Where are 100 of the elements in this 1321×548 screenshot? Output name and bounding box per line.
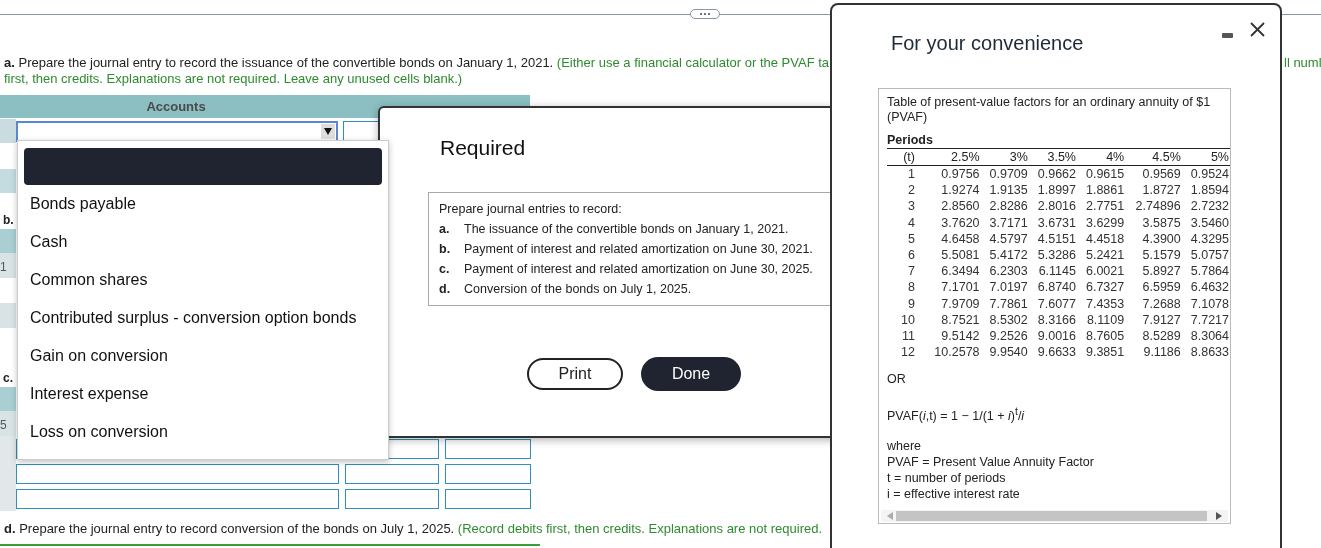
table-cell-text: 7.7217 [1189,311,1230,329]
table-cell-text: 5.5081 [940,247,981,264]
table-cell-text: 7.1078 [1189,295,1230,312]
table-cell-text: 7.0197 [988,279,1029,296]
row-band [0,486,16,511]
table-cell: 0.9662 [1029,165,1078,183]
column-header: Accounts [145,99,207,114]
table-cell-text: 5.0757 [1189,247,1230,264]
dropdown-option[interactable]: Common shares [18,261,388,299]
table-cell-text: 9.9540 [988,344,1029,361]
table-cell-text: 2.8016 [1036,198,1077,215]
table-cell-text: 4.3900 [1141,230,1182,247]
table-cell-text: 3.6299 [1084,214,1126,231]
scroll-right-icon[interactable] [1216,512,1222,520]
table-cell-text: 3.6731 [1036,214,1077,231]
instruction-item: b. Payment of interest and related amortization on June 30, 2021. [439,241,814,258]
table-cell-text: 11 [901,328,916,345]
row-band [0,229,16,253]
close-icon[interactable] [1250,22,1265,37]
definition-text: PVAF = Present Value Annuity Factor [887,453,1095,470]
dropdown-option[interactable]: Bonds payable [18,185,388,223]
input-field[interactable] [445,488,531,509]
column-header: 2.5% [925,148,982,166]
table-cell-text: 10.2578 [933,344,981,361]
table-cell-text: 2.7232 [1189,198,1230,215]
table-cell-text: 2.8286 [988,198,1029,215]
table-title: Table of present-value factors for an ordinary annuity of $1 (PVAF) [887,95,1212,125]
definition-text: i = effective interest rate [887,485,1021,502]
formula: PVAF(i,t) = 1 − 1/(1 + i)$^{t}$/i [887,405,1025,425]
dropdown-option[interactable]: Interest expense [18,375,388,413]
question-text: d. Prepare the journal entry to record conversion of the bonds on July 1, 2025. (Record debits first, then credits. Explanations are not required. [3,521,823,537]
table-cell-text: 9.0016 [1036,328,1077,345]
instruction-item: c. Payment of interest and related amortization on June 30, 2025. [439,261,814,278]
table-cell: 0.9756 [925,165,982,183]
table-cell-text: 8.1109 [1085,311,1126,329]
table-cell-text: 7.9127 [1141,311,1182,329]
table-cell-text: 8.7605 [1084,328,1126,345]
column-header: 4% [1078,148,1127,166]
column-header: 3.5% [1029,148,1078,166]
done-button[interactable]: Done [641,357,741,391]
scrollbar[interactable] [881,510,1228,522]
row-label: b. [2,213,14,229]
table-cell-text: 9.2526 [988,328,1029,345]
table-cell-text: 7.1701 [940,279,981,296]
table-cell: 0.9524 [1182,165,1230,183]
input-field[interactable] [16,463,339,484]
table-cell-text: 5.7864 [1189,263,1230,280]
account-select[interactable] [16,120,338,142]
dropdown-option[interactable]: Cash [18,223,388,261]
column-header: 5% [1182,148,1230,166]
dropdown-option[interactable]: Contributed surplus - conversion option bonds [18,299,388,337]
more-icon[interactable] [690,9,720,19]
table-cell-text: 9.5142 [940,328,981,345]
table-cell-text: 5 [907,230,916,247]
table-cell-text: 8.5289 [1141,328,1182,345]
table-cell-text: 4.5151 [1036,230,1077,247]
table-cell-text: 7.2688 [1141,295,1182,312]
column-header: (t) [887,148,925,166]
column-header: 3% [981,148,1030,166]
dropdown-option[interactable]: Gain on conversion [18,337,388,375]
periods-label: Periods [887,132,934,148]
table-cell-text: 5.3286 [1036,247,1077,264]
table-cell-text: 2.74896 [1134,198,1182,215]
table-cell-text: 4 [907,214,916,231]
input-field[interactable] [16,488,339,509]
table-cell-text: 1.8997 [1036,182,1077,199]
row-band [0,119,16,143]
table-cell-text: 4.3295 [1189,230,1230,247]
table-cell-text: 6.5959 [1141,279,1182,296]
input-field[interactable] [445,463,531,484]
table-cell-text: 1.9274 [940,182,981,199]
table-cell-text: 8.3064 [1189,328,1230,345]
table-cell-text: 6.1145 [1037,263,1077,280]
question-note: ll numl [1284,55,1321,71]
table-cell-text: 8.8633 [1189,344,1230,361]
table-cell-text: 2.8560 [940,198,981,215]
caret-icon[interactable] [321,123,335,139]
scroll-left-icon[interactable] [887,512,893,520]
dropdown-option[interactable]: Loss on conversion [18,413,388,451]
row-band [0,169,16,193]
table-cell-text: 6.0021 [1084,263,1126,280]
input-field[interactable] [345,463,439,484]
print-button[interactable]: Print [527,358,623,390]
table-cell-text: 1.8727 [1141,182,1182,199]
table-cell-text: 7 [907,263,916,280]
table-cell-text: 9 [907,295,916,312]
input-field[interactable] [445,438,531,459]
row-label: c. [2,371,13,387]
table-cell-text: 8.3166 [1036,311,1077,329]
table-cell-text: 4.6458 [940,230,981,247]
instruction-item: a. The issuance of the convertible bonds on January 1, 2021. [439,221,790,238]
table-cell-text: 9.3851 [1084,344,1126,361]
input-field[interactable] [345,488,439,509]
table-cell-text: 3.5875 [1141,214,1182,231]
column-header: 4.5% [1126,148,1183,166]
table-cell: 0.9569 [1126,165,1183,183]
where-label: where [887,437,923,454]
table-cell-text: 12 [900,344,916,361]
table-cell-text: 9.1186 [1142,344,1182,361]
definition-text: t = number of periods [887,469,1007,486]
